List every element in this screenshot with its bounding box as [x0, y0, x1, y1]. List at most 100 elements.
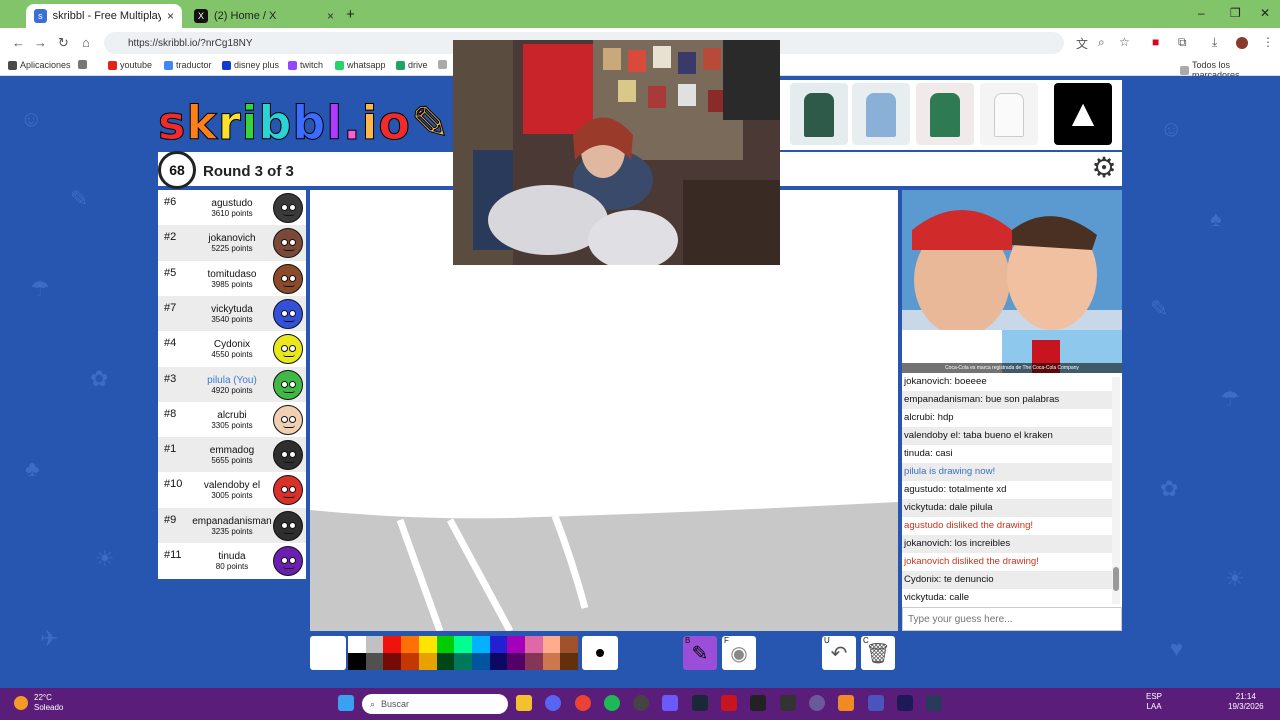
new-tab-button[interactable]: + [346, 6, 355, 23]
steam-icon[interactable] [692, 695, 708, 711]
color-swatch[interactable] [471, 636, 490, 653]
premiere-icon[interactable] [897, 695, 913, 711]
language-indicator[interactable]: ESP LAA [1146, 692, 1162, 712]
bookmark-traductor[interactable]: traductor [164, 60, 212, 70]
maximize-icon[interactable]: ❐ [1230, 6, 1241, 20]
color-swatch[interactable] [471, 653, 490, 670]
chat-message: vickytuda: calle [902, 589, 1112, 607]
undo-button[interactable]: U ↶ [822, 636, 856, 670]
chrome-icon[interactable] [575, 695, 591, 711]
spotify-icon[interactable] [604, 695, 620, 711]
translate-icon[interactable]: 文 [1076, 35, 1088, 52]
tab-x-home[interactable]: X (2) Home / X × [186, 4, 342, 28]
app-icon[interactable] [780, 695, 796, 711]
settings-gear-icon[interactable]: ⚙ [1088, 153, 1120, 185]
player-row[interactable]: #2 jokanovich 5225 points [158, 225, 306, 261]
extension-icon[interactable]: ■ [1152, 35, 1159, 49]
clear-button[interactable]: C 🗑 [861, 636, 895, 670]
color-swatch[interactable] [454, 636, 473, 653]
weather-widget[interactable]: 22°C Soleado [14, 693, 63, 713]
scrollbar-thumb[interactable] [1113, 567, 1119, 591]
app-icon[interactable] [809, 695, 825, 711]
color-swatch[interactable] [365, 653, 384, 670]
app-icon[interactable] [750, 695, 766, 711]
color-swatch[interactable] [401, 653, 420, 670]
bookmark-folder[interactable] [438, 60, 447, 69]
player-row[interactable]: #5 tomitudaso 3985 points [158, 261, 306, 296]
bookmark-disney[interactable]: disney plus [222, 60, 279, 70]
color-swatch[interactable] [348, 653, 366, 670]
profile-avatar[interactable] [1236, 37, 1248, 49]
player-row[interactable]: #6 agustudo 3610 points [158, 190, 306, 225]
player-row[interactable]: #7 vickytuda 3540 points [158, 295, 306, 332]
chat-message: Cydonix: te denuncio [902, 571, 1112, 589]
color-swatch[interactable] [365, 636, 384, 653]
color-swatch[interactable] [560, 636, 579, 653]
color-swatch[interactable] [454, 653, 473, 670]
fill-tool-button[interactable]: F ◉ [722, 636, 756, 670]
player-row[interactable]: #1 emmadog 5655 points [158, 437, 306, 473]
teams-icon[interactable] [868, 695, 884, 711]
color-swatch[interactable] [436, 636, 455, 653]
guess-input[interactable] [902, 607, 1122, 631]
player-row[interactable]: #3 pilula (You) 4920 points [158, 366, 306, 402]
color-swatch[interactable] [418, 636, 437, 653]
player-row[interactable]: #4 Cydonix 4550 points [158, 331, 306, 366]
player-row[interactable]: #9 empanadanisman 3235 points [158, 507, 306, 543]
download-icon[interactable]: ⤓ [1212, 35, 1217, 50]
player-rank: #6 [164, 196, 177, 208]
ad-side-image[interactable]: Coca-Cola es marca registrada de The Coc… [902, 190, 1122, 373]
chat-scrollbar[interactable] [1112, 377, 1120, 604]
extensions-puzzle-icon[interactable]: ⧉ [1178, 35, 1187, 50]
color-swatch[interactable] [525, 636, 543, 653]
close-tab-icon[interactable]: × [167, 9, 174, 23]
bookmark-twitch[interactable]: twitch [288, 60, 323, 70]
home-icon[interactable]: ⌂ [82, 35, 90, 50]
app-icon[interactable] [838, 695, 854, 711]
start-icon[interactable] [338, 695, 354, 711]
color-swatch[interactable] [542, 636, 561, 653]
color-swatch[interactable] [348, 636, 366, 653]
file-explorer-icon[interactable] [516, 695, 532, 711]
clock[interactable]: 21:14 19/3/2026 [1228, 692, 1264, 712]
bookmark-apps[interactable]: Aplicaciones [8, 60, 71, 70]
obs-icon[interactable] [633, 695, 649, 711]
color-swatch[interactable] [418, 653, 437, 670]
player-row[interactable]: #10 valendoby el 3005 points [158, 472, 306, 507]
tab-skribbl[interactable]: s skribbl - Free Multiplayer Draw × [26, 4, 182, 28]
reload-icon[interactable]: ↻ [58, 35, 69, 51]
player-row[interactable]: #8 alcrubi 3305 points [158, 402, 306, 437]
color-swatch[interactable] [525, 653, 543, 670]
color-swatch[interactable] [542, 653, 561, 670]
color-swatch[interactable] [383, 653, 402, 670]
taskbar-search[interactable]: ⌕ Buscar [362, 694, 508, 714]
star-icon[interactable]: ☆ [1119, 35, 1130, 49]
discord-icon[interactable] [545, 695, 561, 711]
color-swatch[interactable] [401, 636, 420, 653]
color-swatch[interactable] [436, 653, 455, 670]
color-swatch[interactable] [489, 653, 508, 670]
color-swatch[interactable] [489, 636, 508, 653]
bookmark-drive[interactable]: drive [396, 60, 428, 70]
bookmark-whatsapp[interactable]: whatsapp [335, 60, 386, 70]
color-swatch[interactable] [507, 636, 526, 653]
ad-banner-top[interactable]: ▲ [780, 80, 1122, 150]
bookmark-grid[interactable] [78, 60, 87, 69]
app-icon[interactable] [721, 695, 737, 711]
menu-icon[interactable]: ⋮ [1262, 35, 1274, 49]
minimize-icon[interactable]: – [1198, 6, 1205, 20]
color-swatch[interactable] [560, 653, 579, 670]
close-window-icon[interactable]: ✕ [1260, 6, 1270, 20]
brush-size-selector[interactable] [582, 636, 618, 670]
color-swatch[interactable] [383, 636, 402, 653]
bookmark-youtube[interactable]: youtube [108, 60, 152, 70]
back-icon[interactable]: ← [12, 35, 25, 50]
player-row[interactable]: #11 tinuda 80 points [158, 543, 306, 578]
zoom-icon[interactable]: ⌕ [1098, 35, 1105, 50]
pencil-tool-button[interactable]: B ✎ [683, 636, 717, 670]
app-icon[interactable] [662, 695, 678, 711]
app-icon[interactable] [926, 695, 942, 711]
forward-icon[interactable]: → [34, 35, 47, 50]
close-tab-icon[interactable]: × [327, 9, 334, 23]
color-swatch[interactable] [507, 653, 526, 670]
